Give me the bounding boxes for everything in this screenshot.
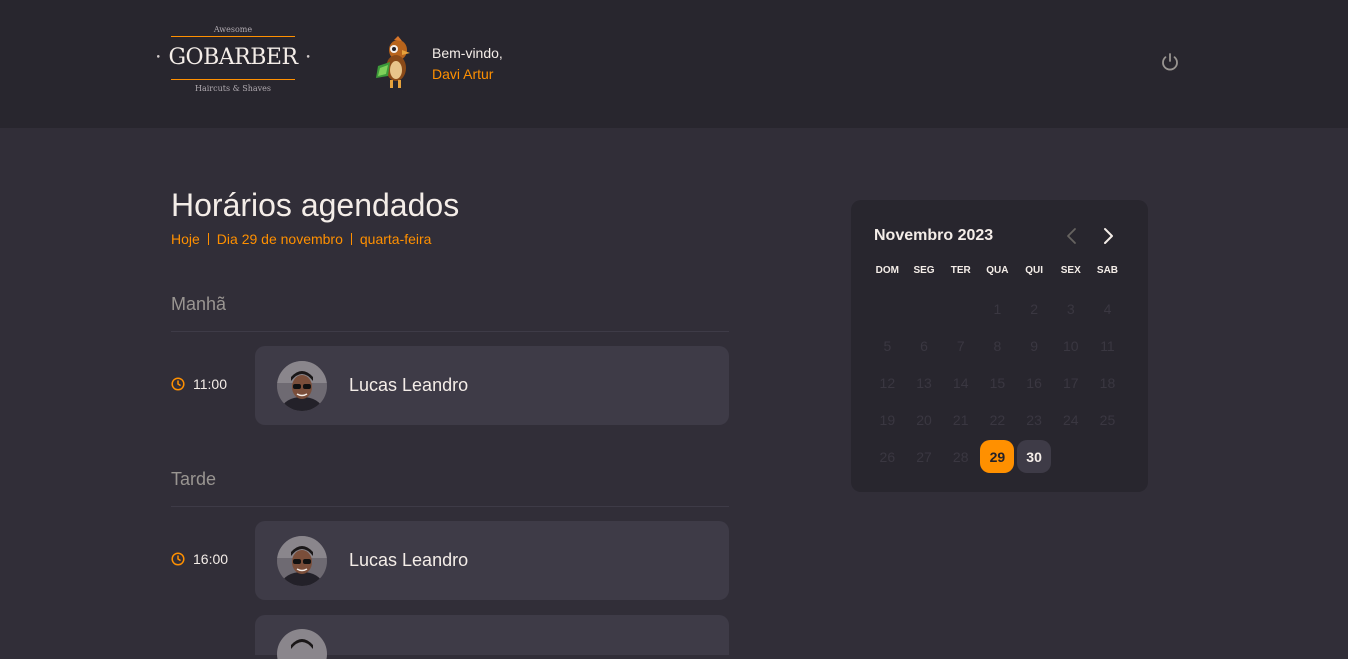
calendar-day: 8: [993, 337, 1002, 354]
clock-icon: [171, 377, 185, 391]
weekday-label: SEX: [1060, 265, 1081, 276]
client-name: Lucas Leandro: [349, 375, 469, 395]
afternoon-title: Tarde: [171, 467, 729, 507]
calendar-day: 11: [1100, 337, 1115, 354]
calendar-month-title: Novembro 2023: [874, 227, 994, 244]
weekday-label: DOM: [875, 265, 900, 276]
calendar-day: 9: [1030, 337, 1038, 354]
calendar-day: 24: [1062, 411, 1079, 428]
calendar-days: 1 2 3 4 5 6 7 8 9 10 11 12 13 14 15 16 17 18 19 20 21 22 23 24 2…: [869, 290, 1126, 475]
calendar-day[interactable]: 30: [1017, 440, 1052, 473]
calendar-day: 17: [1062, 374, 1079, 391]
calendar-day: 15: [989, 374, 1006, 391]
weekday-label: SAB: [1096, 265, 1119, 276]
client-avatar: [277, 629, 327, 659]
weekday-label: TER: [950, 265, 971, 276]
weekday-label: SEG: [913, 265, 935, 276]
chevron-left-icon[interactable]: [1062, 226, 1082, 246]
calendar-day: 16: [1026, 374, 1042, 391]
client-avatar: [277, 535, 327, 586]
client-avatar: [277, 360, 327, 411]
calendar-day: 13: [916, 374, 932, 391]
calendar: Novembro 2023 DOM SEG TER QUA QUI SEX SAB 1234…: [851, 200, 1148, 492]
appointment-time: 16:00: [193, 551, 229, 567]
calendar-day: 14: [952, 374, 969, 391]
calendar-day: 26: [879, 448, 896, 465]
clock-icon: [171, 552, 185, 566]
calendar-day: 5: [883, 337, 892, 354]
schedule-panel: Horários agendados Hoje Dia 29 de novemb…: [171, 185, 729, 659]
weekday-label: QUI: [1025, 265, 1043, 276]
morning-title: Manhã: [171, 292, 729, 332]
calendar-day: 3: [1066, 300, 1075, 317]
calendar-day: 10: [1062, 337, 1079, 354]
calendar-day: 12: [879, 374, 896, 391]
calendar-day: 25: [1099, 411, 1116, 428]
user-profile[interactable]: Bem-vindo, Davi Artur: [372, 36, 503, 92]
calendar-day: 20: [916, 411, 932, 428]
today-label: Hoje: [171, 231, 200, 247]
avatar: [376, 36, 410, 88]
header: Awesome • GOBARBER • Haircuts & Shaves B…: [0, 0, 1348, 128]
calendar-day: 7: [956, 337, 965, 354]
calendar-day: 21: [952, 411, 969, 428]
page-title: Horários agendados: [171, 187, 460, 223]
calendar-day: 18: [1099, 374, 1116, 391]
calendar-day: 22: [989, 411, 1006, 428]
calendar-day: 4: [1103, 300, 1112, 317]
day-label: Dia 29 de novembro: [216, 231, 343, 247]
calendar-day: 27: [916, 448, 932, 465]
weekday-label: QUA: [986, 265, 1009, 276]
calendar-day: 1: [993, 300, 1002, 317]
appointment-item[interactable]: 16:00 Lucas Leandro: [171, 521, 729, 600]
welcome-text: Bem-vindo,: [432, 45, 503, 61]
calendar-day: 2: [1030, 300, 1038, 317]
weekday-label: quarta-feira: [359, 231, 432, 247]
calendar-day-selected[interactable]: 29: [980, 440, 1015, 473]
client-name: Lucas Leandro: [349, 550, 469, 570]
morning-section: Manhã 11:00 Lucas Leandro: [171, 292, 729, 425]
power-icon[interactable]: [1159, 51, 1181, 73]
logo-wordmark: GOBARBER: [168, 45, 298, 70]
calendar-day: 19: [879, 411, 896, 428]
appointment-card[interactable]: [255, 615, 729, 659]
appointment-time: 11:00: [193, 376, 227, 392]
logo-tagline-top: Awesome: [213, 25, 253, 34]
chevron-right-icon[interactable]: [1098, 226, 1118, 246]
gobarber-logo: Awesome • GOBARBER • Haircuts & Shaves: [156, 24, 311, 102]
calendar-day: 23: [1026, 411, 1042, 428]
calendar-weekdays: DOM SEG TER QUA QUI SEX SAB: [869, 265, 1126, 276]
appointment-card[interactable]: Lucas Leandro: [255, 346, 729, 425]
calendar-day: 6: [920, 337, 928, 354]
afternoon-section: Tarde 16:00 Lucas Leandro: [171, 467, 729, 659]
logo-tagline-bottom: Haircuts & Shaves: [194, 84, 272, 93]
user-name-link[interactable]: Davi Artur: [432, 63, 503, 85]
schedule-date-info: Hoje Dia 29 de novembro quarta-feira: [171, 231, 729, 247]
appointment-card[interactable]: Lucas Leandro: [255, 521, 729, 600]
appointment-item[interactable]: 11:00 Lucas Leandro: [171, 346, 729, 425]
calendar-day: 28: [952, 448, 969, 465]
